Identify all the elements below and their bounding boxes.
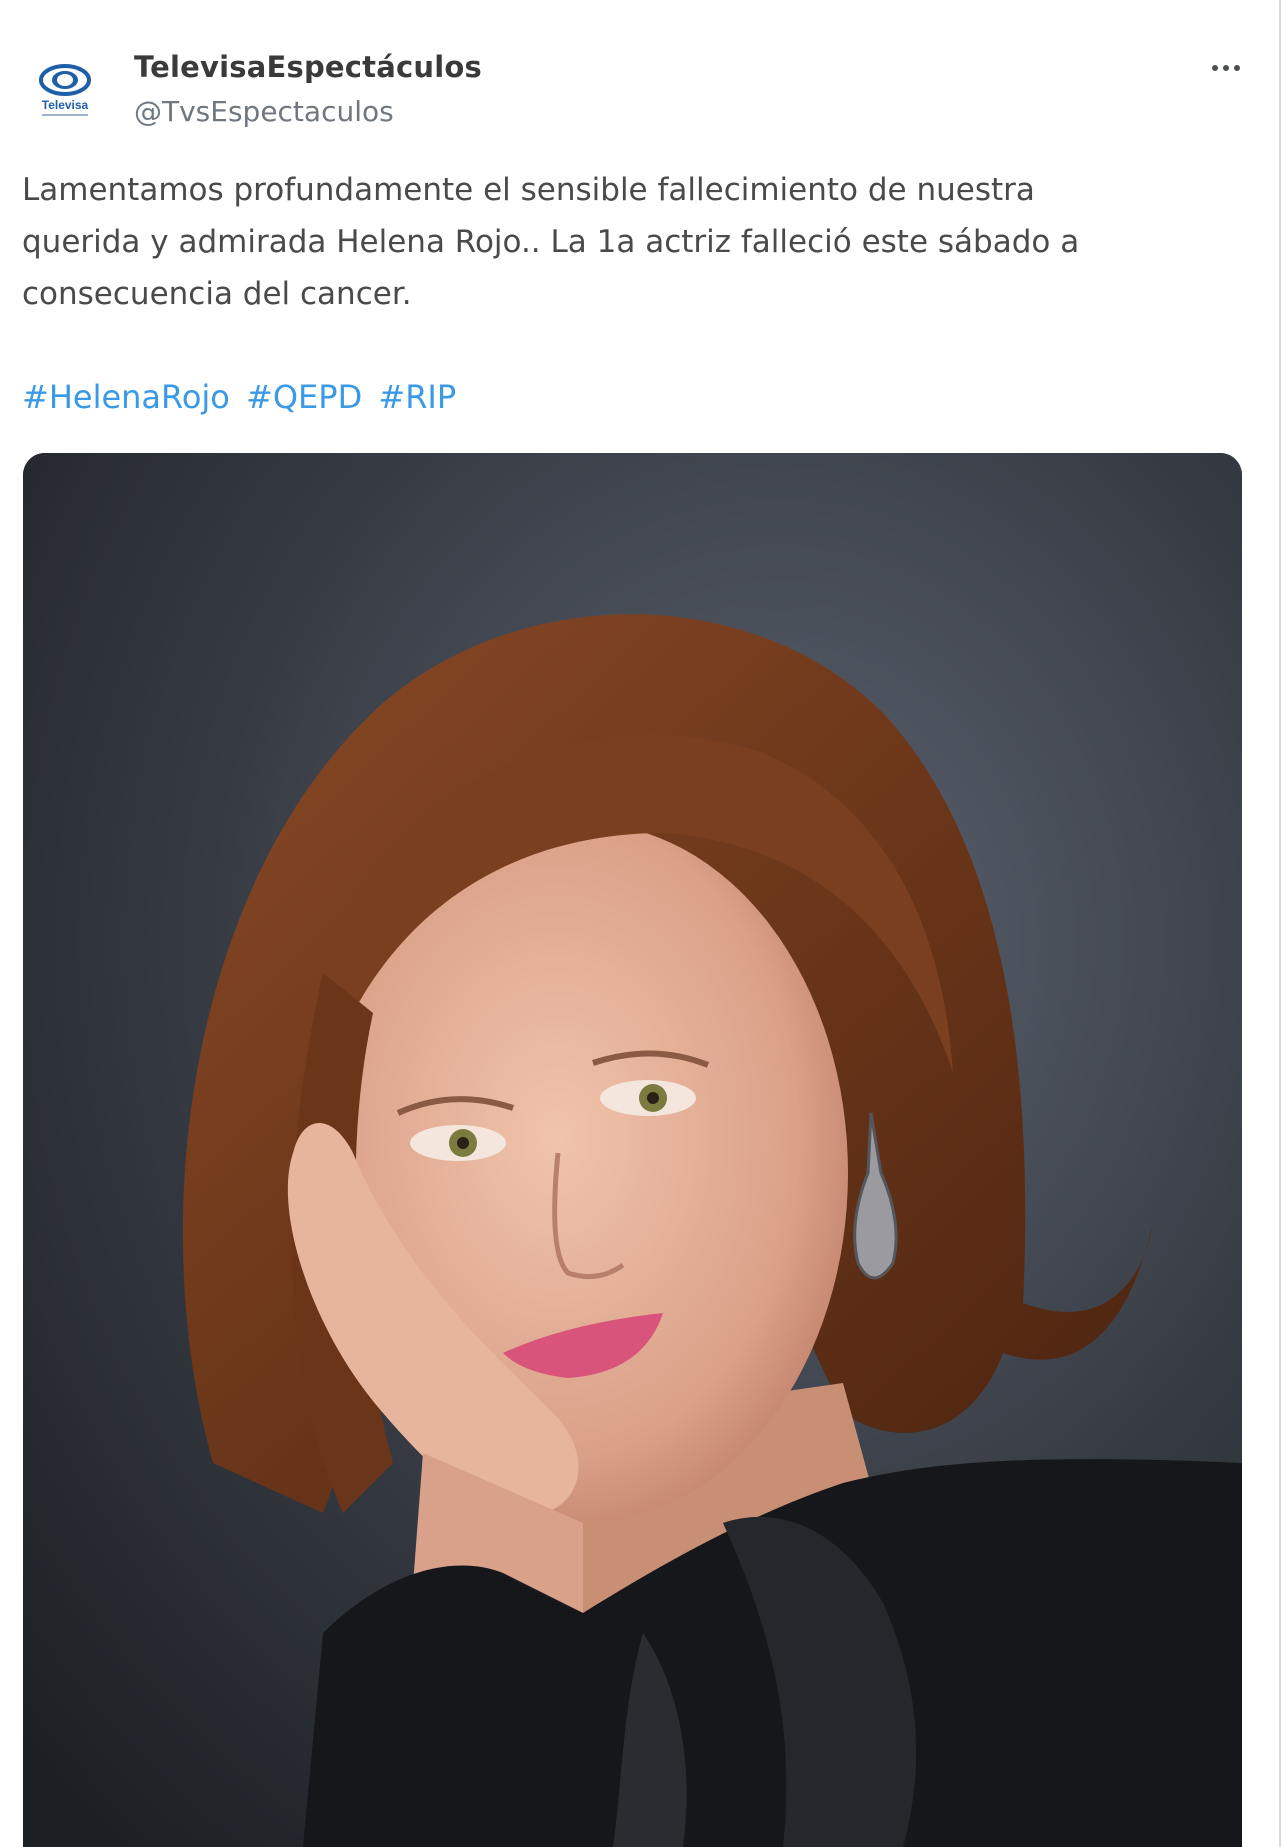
televisa-logo-icon: Televisa bbox=[39, 64, 91, 116]
more-options-icon bbox=[1212, 65, 1218, 71]
author-display-name[interactable]: TelevisaEspectáculos bbox=[134, 50, 482, 84]
tweet-card: Televisa TelevisaEspectáculos @TvsEspect… bbox=[0, 0, 1281, 1847]
tweet-text: Lamentamos profundamente el sensible fal… bbox=[22, 172, 1080, 312]
more-options-button[interactable] bbox=[1196, 48, 1256, 88]
avatar[interactable]: Televisa bbox=[26, 50, 104, 128]
hashtag-link[interactable]: #HelenaRojo bbox=[22, 378, 230, 416]
hashtag-list: #HelenaRojo #QEPD #RIP bbox=[22, 371, 462, 423]
portrait-photo bbox=[23, 453, 1242, 1847]
hashtag-link[interactable]: #RIP bbox=[378, 378, 456, 416]
hashtag-link[interactable]: #QEPD bbox=[246, 378, 362, 416]
avatar-text: Televisa bbox=[42, 98, 89, 112]
tweet-photo[interactable] bbox=[23, 453, 1242, 1847]
author-handle[interactable]: @TvsEspectaculos bbox=[134, 95, 394, 128]
